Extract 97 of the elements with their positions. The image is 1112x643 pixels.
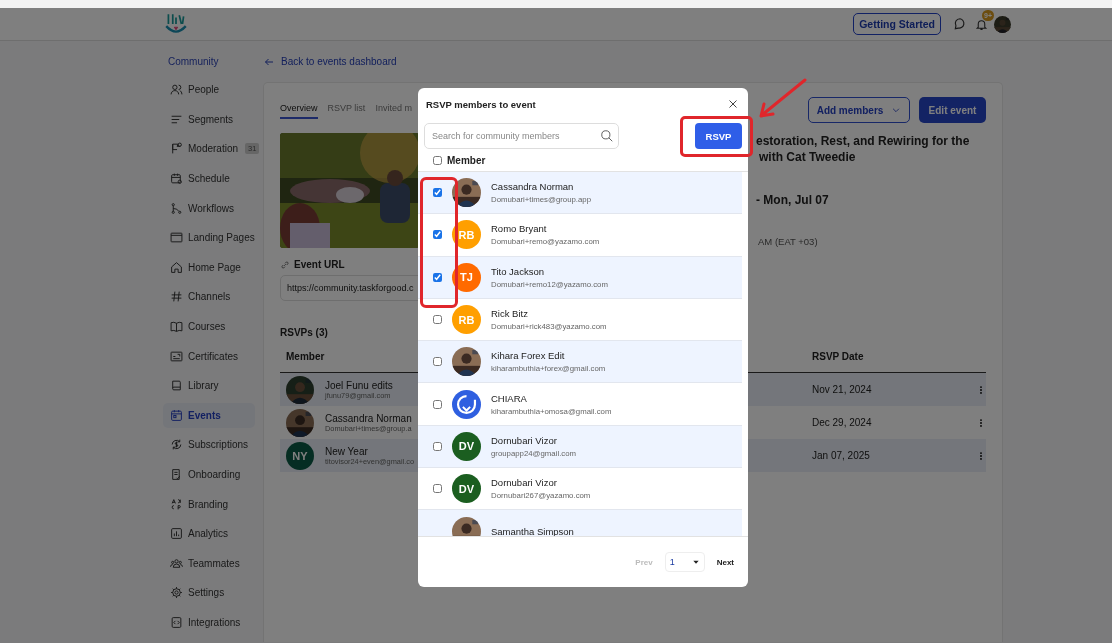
column-header: Member: [447, 155, 486, 166]
flag-icon: [170, 142, 183, 156]
people-icon: [170, 83, 183, 97]
tab[interactable]: RSVP list: [327, 101, 366, 119]
avatar-initials: RB: [452, 305, 481, 335]
rsvp-date: Nov 21, 2024: [812, 384, 873, 395]
section-title: Community: [167, 55, 220, 69]
caret-icon: [691, 558, 700, 566]
refresh-dollar-icon: [170, 438, 183, 452]
search-field[interactable]: Search for community members: [424, 123, 619, 149]
member-name: New Year: [325, 445, 369, 457]
chat-icon[interactable]: [953, 17, 967, 31]
rsvp-button[interactable]: RSVP: [695, 123, 742, 149]
checkbox[interactable]: [433, 272, 442, 282]
page-select[interactable]: 1: [664, 552, 705, 572]
member-name: Samantha Simpson: [491, 525, 574, 536]
home-icon: [170, 260, 183, 274]
sidebar-item[interactable]: Branding: [163, 491, 255, 517]
book-icon: [170, 320, 183, 334]
sidebar-item[interactable]: Settings: [163, 580, 255, 606]
add-members-button[interactable]: Add members: [808, 97, 910, 123]
search-icon: [600, 129, 614, 143]
checkbox[interactable]: [433, 230, 442, 240]
event-date: - Mon, Jul 07: [756, 193, 830, 207]
rsvp-date: Dec 29, 2024: [812, 417, 873, 428]
tab[interactable]: Invited m: [375, 101, 412, 119]
browser-window-icon: [170, 231, 183, 245]
sidebar-item[interactable]: People: [163, 77, 255, 103]
calendar-icon: [170, 408, 183, 422]
avatar-initials: NY: [286, 441, 314, 470]
rsvp-date: Jan 07, 2025: [812, 450, 871, 461]
book-icon: [170, 379, 183, 393]
checkbox[interactable]: [433, 441, 442, 451]
avatar-initials: RB: [452, 220, 481, 250]
link-icon: [280, 259, 290, 270]
event-title: with Cat Tweedie: [758, 149, 857, 165]
member-name: CHIARA: [491, 392, 528, 404]
sidebar-item[interactable]: Onboarding: [163, 462, 255, 487]
member-name: Kihara Forex Edit: [491, 350, 566, 362]
member-name: Dornubari Vizor: [491, 434, 558, 446]
avatar-initials: TJ: [452, 262, 481, 292]
chevron-down-icon: [891, 105, 902, 115]
checkbox[interactable]: [433, 357, 442, 367]
certificate-icon: [170, 349, 183, 363]
member-name: Tito Jackson: [491, 265, 545, 277]
settings-icon: [170, 586, 183, 600]
member-name: Cassandra Norman: [325, 412, 412, 424]
hashtag-icon: [170, 290, 183, 304]
code-icon: [170, 616, 183, 629]
workflow-icon: [170, 201, 183, 215]
event-time: AM (EAT +03): [757, 235, 819, 249]
member-name: Dornubari Vizor: [491, 477, 558, 489]
member-name: Cassandra Norman: [491, 181, 575, 193]
bar-chart-icon: [170, 527, 183, 541]
checkbox[interactable]: [433, 399, 442, 409]
sidebar-item[interactable]: Certificates: [163, 343, 255, 369]
sidebar-item[interactable]: Home Page: [163, 254, 255, 280]
edit-event-button[interactable]: Edit event: [919, 97, 986, 123]
member-name: Joel Funu edits: [325, 379, 393, 391]
sidebar-item[interactable]: Schedule: [163, 166, 255, 192]
avatar-initials: DV: [452, 431, 481, 461]
checkbox[interactable]: [433, 315, 442, 325]
checkbox[interactable]: [433, 484, 442, 494]
sidebar-item[interactable]: Integrations: [163, 610, 255, 635]
column-header: Member: [286, 350, 325, 362]
dialog-title: RSVP members to event: [426, 98, 536, 110]
field-label: Event URL: [294, 259, 345, 270]
next-button[interactable]: Next: [716, 557, 734, 567]
column-header: RSVP Date: [812, 350, 864, 362]
sidebar-item[interactable]: Segments: [163, 106, 255, 132]
getting-started-button[interactable]: Getting Started: [853, 13, 941, 35]
sidebar-item[interactable]: Channels: [163, 284, 255, 310]
sidebar-item[interactable]: Events: [163, 402, 255, 428]
letters-icon: [170, 497, 183, 511]
checklist-icon: [170, 468, 183, 481]
sidebar-item[interactable]: Library: [163, 373, 255, 399]
checkbox[interactable]: [433, 188, 442, 198]
close-icon[interactable]: [727, 98, 739, 110]
team-icon: [170, 556, 183, 570]
annotation-arrow: [757, 78, 807, 120]
bell-icon[interactable]: [975, 17, 988, 31]
calendar-icon: [170, 172, 183, 186]
select-all-checkbox[interactable]: [433, 156, 442, 165]
sidebar-item[interactable]: Landing Pages: [163, 225, 255, 251]
sidebar-item[interactable]: Subscriptions: [163, 432, 255, 458]
tab[interactable]: Overview: [280, 101, 318, 119]
member-name: Romo Bryant: [491, 223, 548, 235]
sidebar-item[interactable]: Workflows: [163, 195, 255, 221]
back-link[interactable]: Back to events dashboard: [263, 41, 1003, 82]
avatar-initials: DV: [452, 474, 481, 504]
sidebar-item[interactable]: Courses: [163, 314, 255, 340]
event-title: estoration, Rest, and Rewiring for the: [756, 133, 970, 149]
section-title: RSVPs (3): [280, 327, 328, 338]
sidebar-item[interactable]: Analytics: [163, 521, 255, 547]
member-name: Rick Bitz: [491, 308, 529, 320]
sidebar-item[interactable]: Teammates: [163, 550, 255, 576]
logo-icon: [452, 389, 481, 419]
